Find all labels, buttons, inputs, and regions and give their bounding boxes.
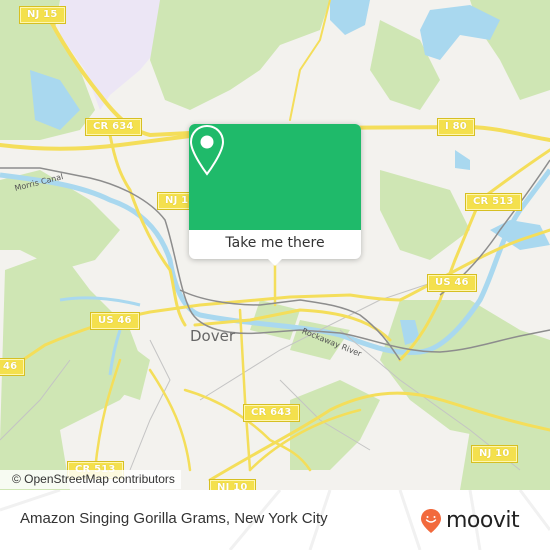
footer-bar: Amazon Singing Gorilla Grams, New York C… [0,490,550,550]
road-shield-cr643: CR 643 [243,404,300,422]
road-shield-us46: 46 [0,358,26,376]
map-view[interactable]: NJ 15 CR 634 I 80 NJ 15 CR 513 US 46 US … [0,0,550,490]
road-shield-nj10: NJ 10 [209,479,256,490]
road-shield-us46: US 46 [427,274,477,292]
moovit-smiley-pin-icon [421,509,441,533]
moovit-wordmark: moovit [446,508,520,533]
popup-header [189,124,361,230]
place-title: Amazon Singing Gorilla Grams, New York C… [20,510,328,527]
map-attribution[interactable]: © OpenStreetMap contributors [0,470,181,489]
road-shield-nj10: NJ 10 [471,445,518,463]
location-popup: Take me there [189,124,361,266]
moovit-logo[interactable]: moovit [420,507,520,535]
road-shield-us46: US 46 [90,312,140,330]
road-shield-cr634: CR 634 [85,118,142,136]
road-shield-i80: I 80 [437,118,475,136]
popup-tail [267,258,283,266]
road-shield-nj15: NJ 15 [19,6,66,24]
take-me-there-button[interactable]: Take me there [189,230,361,259]
road-shield-cr513: CR 513 [465,193,522,211]
town-label-dover: Dover [190,327,235,345]
map-pin-icon [189,124,225,176]
